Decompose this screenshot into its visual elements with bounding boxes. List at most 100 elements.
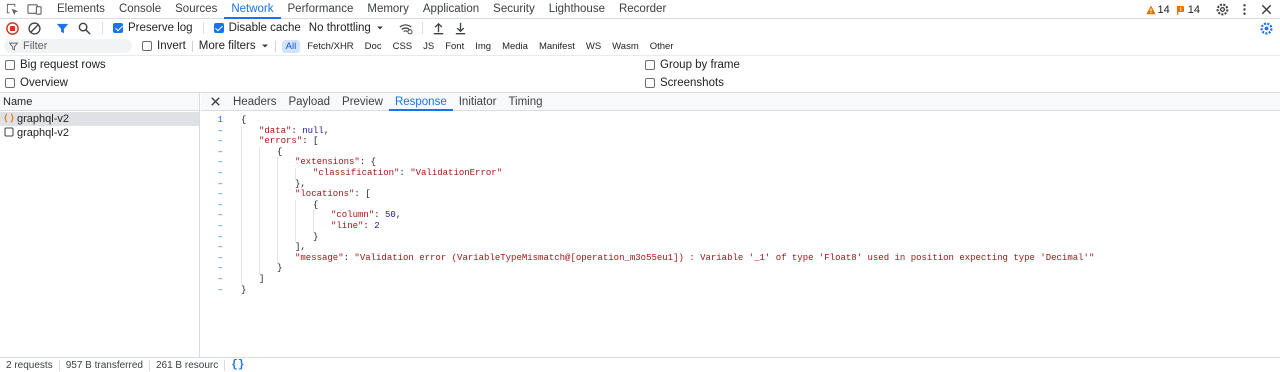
device-toolbar-icon[interactable]: [26, 1, 42, 17]
filter-chip-doc[interactable]: Doc: [361, 40, 386, 53]
stop-recording-icon[interactable]: [4, 20, 20, 36]
detail-tab-payload[interactable]: Payload: [282, 93, 336, 111]
name-column-header[interactable]: Name: [0, 93, 199, 111]
inspect-element-icon[interactable]: [4, 1, 20, 17]
overview-check[interactable]: [5, 78, 15, 88]
filter-placeholder: Filter: [23, 40, 48, 52]
tab-lighthouse[interactable]: Lighthouse: [542, 0, 612, 19]
close-details-icon[interactable]: [207, 94, 223, 110]
invert-check[interactable]: [142, 41, 152, 51]
request-name: graphql-v2: [17, 113, 69, 125]
import-har-icon[interactable]: [431, 20, 447, 36]
tab-security[interactable]: Security: [486, 0, 542, 19]
disable-cache-check[interactable]: [213, 23, 224, 33]
request-row[interactable]: graphql-v2: [0, 112, 199, 126]
detail-tab-headers[interactable]: Headers: [227, 93, 282, 111]
code-line: –{: [201, 146, 1280, 158]
code-line: – "locations": [: [201, 189, 1280, 200]
tab-console[interactable]: Console: [112, 0, 168, 19]
tab-performance[interactable]: Performance: [281, 0, 361, 19]
tab-sources[interactable]: Sources: [168, 0, 224, 19]
throttling-value: No throttling: [308, 22, 371, 34]
filter-chip-other[interactable]: Other: [646, 40, 678, 53]
big-request-rows-checkbox[interactable]: Big request rows: [5, 59, 106, 71]
tab-memory[interactable]: Memory: [360, 0, 416, 19]
export-har-icon[interactable]: [453, 20, 469, 36]
network-conditions-icon[interactable]: [398, 20, 414, 36]
json-key: "errors": [259, 136, 303, 147]
tab-recorder[interactable]: Recorder: [612, 0, 673, 19]
filter-chip-all[interactable]: All: [281, 39, 301, 53]
invert-checkbox[interactable]: Invert: [142, 40, 186, 52]
json-value: null: [302, 125, 324, 136]
code-punct: ,: [395, 210, 402, 221]
detail-tab-response[interactable]: Response: [388, 93, 453, 111]
detail-tab-bar: Headers Payload Preview Response Initiator Ti…: [201, 93, 1280, 111]
response-viewer[interactable]: 1{– "data": null, – "errors": [–{– "extensio…: [201, 115, 1280, 295]
throttling-select[interactable]: No throttling: [309, 22, 384, 34]
json-value: "Validation error (VariableTypeMismatch@…: [354, 252, 1095, 263]
preserve-log-check[interactable]: [113, 23, 123, 33]
settings-gear-icon[interactable]: [1214, 2, 1230, 18]
network-settings-gear-icon[interactable]: [1258, 20, 1274, 36]
filter-chip-fetch-xhr[interactable]: Fetch/XHR: [303, 40, 357, 53]
filter-chip-css[interactable]: CSS: [389, 40, 417, 53]
line-number: –: [217, 231, 223, 242]
screenshots-check[interactable]: [645, 78, 655, 88]
resources-size: 261 B resourc: [150, 359, 226, 371]
screenshots-checkbox[interactable]: Screenshots: [645, 77, 724, 89]
search-icon[interactable]: [76, 20, 92, 36]
issues-badge[interactable]: 14: [1176, 4, 1200, 16]
line-number: 1: [217, 115, 223, 125]
warnings-badge[interactable]: 14: [1145, 4, 1170, 16]
code-line: –}: [201, 231, 1280, 243]
pretty-print-button[interactable]: {}: [225, 359, 250, 371]
code-text: },: [295, 178, 306, 189]
overview-checkbox[interactable]: Overview: [5, 77, 68, 89]
line-number: –: [217, 136, 223, 147]
code-text: ]: [259, 273, 265, 284]
clear-log-icon[interactable]: [26, 20, 42, 36]
filter-chip-font[interactable]: Font: [441, 40, 468, 53]
json-key: "classification": [313, 167, 400, 178]
json-key: "line": [331, 220, 364, 231]
close-devtools-icon[interactable]: [1258, 2, 1274, 18]
code-punct: ,: [323, 125, 330, 136]
filter-chip-ws[interactable]: WS: [582, 40, 605, 53]
detail-tab-initiator[interactable]: Initiator: [453, 93, 503, 111]
filter-funnel-icon[interactable]: [54, 20, 70, 36]
big-request-rows-check[interactable]: [5, 60, 15, 70]
line-number: –: [217, 199, 223, 210]
more-options-icon[interactable]: [1236, 2, 1252, 18]
code-line: – "errors": [: [201, 136, 1280, 147]
code-line: –],: [201, 242, 1280, 253]
filter-chip-js[interactable]: JS: [419, 40, 438, 53]
code-punct: : {: [359, 157, 377, 168]
filter-chip-img[interactable]: Img: [471, 40, 495, 53]
request-row[interactable]: graphql-v2: [0, 126, 199, 140]
json-value: 50: [385, 210, 396, 221]
more-filters-label: More filters: [198, 40, 256, 52]
filter-chip-media[interactable]: Media: [498, 40, 532, 53]
line-number: –: [217, 252, 223, 263]
json-key: "data": [259, 125, 292, 136]
detail-tab-preview[interactable]: Preview: [336, 93, 389, 111]
group-by-frame-check[interactable]: [645, 60, 655, 70]
preserve-log-checkbox[interactable]: Preserve log: [113, 22, 193, 34]
filter-chip-manifest[interactable]: Manifest: [535, 40, 579, 53]
filter-chip-wasm[interactable]: Wasm: [608, 40, 643, 53]
filter-input[interactable]: Filter: [4, 39, 132, 53]
detail-tab-timing[interactable]: Timing: [502, 93, 548, 111]
tab-elements[interactable]: Elements: [50, 0, 112, 19]
tab-application[interactable]: Application: [416, 0, 486, 19]
json-key: "column": [331, 210, 375, 221]
request-list: Name graphql-v2 graphql-v2: [0, 93, 200, 358]
group-by-frame-checkbox[interactable]: Group by frame: [645, 59, 740, 71]
more-filters-dropdown[interactable]: More filters: [199, 40, 269, 52]
group-by-frame-label: Group by frame: [660, 59, 740, 71]
xhr-braces-icon: [4, 112, 14, 126]
tab-network[interactable]: Network: [224, 0, 281, 19]
invert-label: Invert: [157, 40, 186, 52]
code-line: –}: [201, 285, 1280, 296]
disable-cache-checkbox[interactable]: Disable cache: [213, 22, 301, 34]
